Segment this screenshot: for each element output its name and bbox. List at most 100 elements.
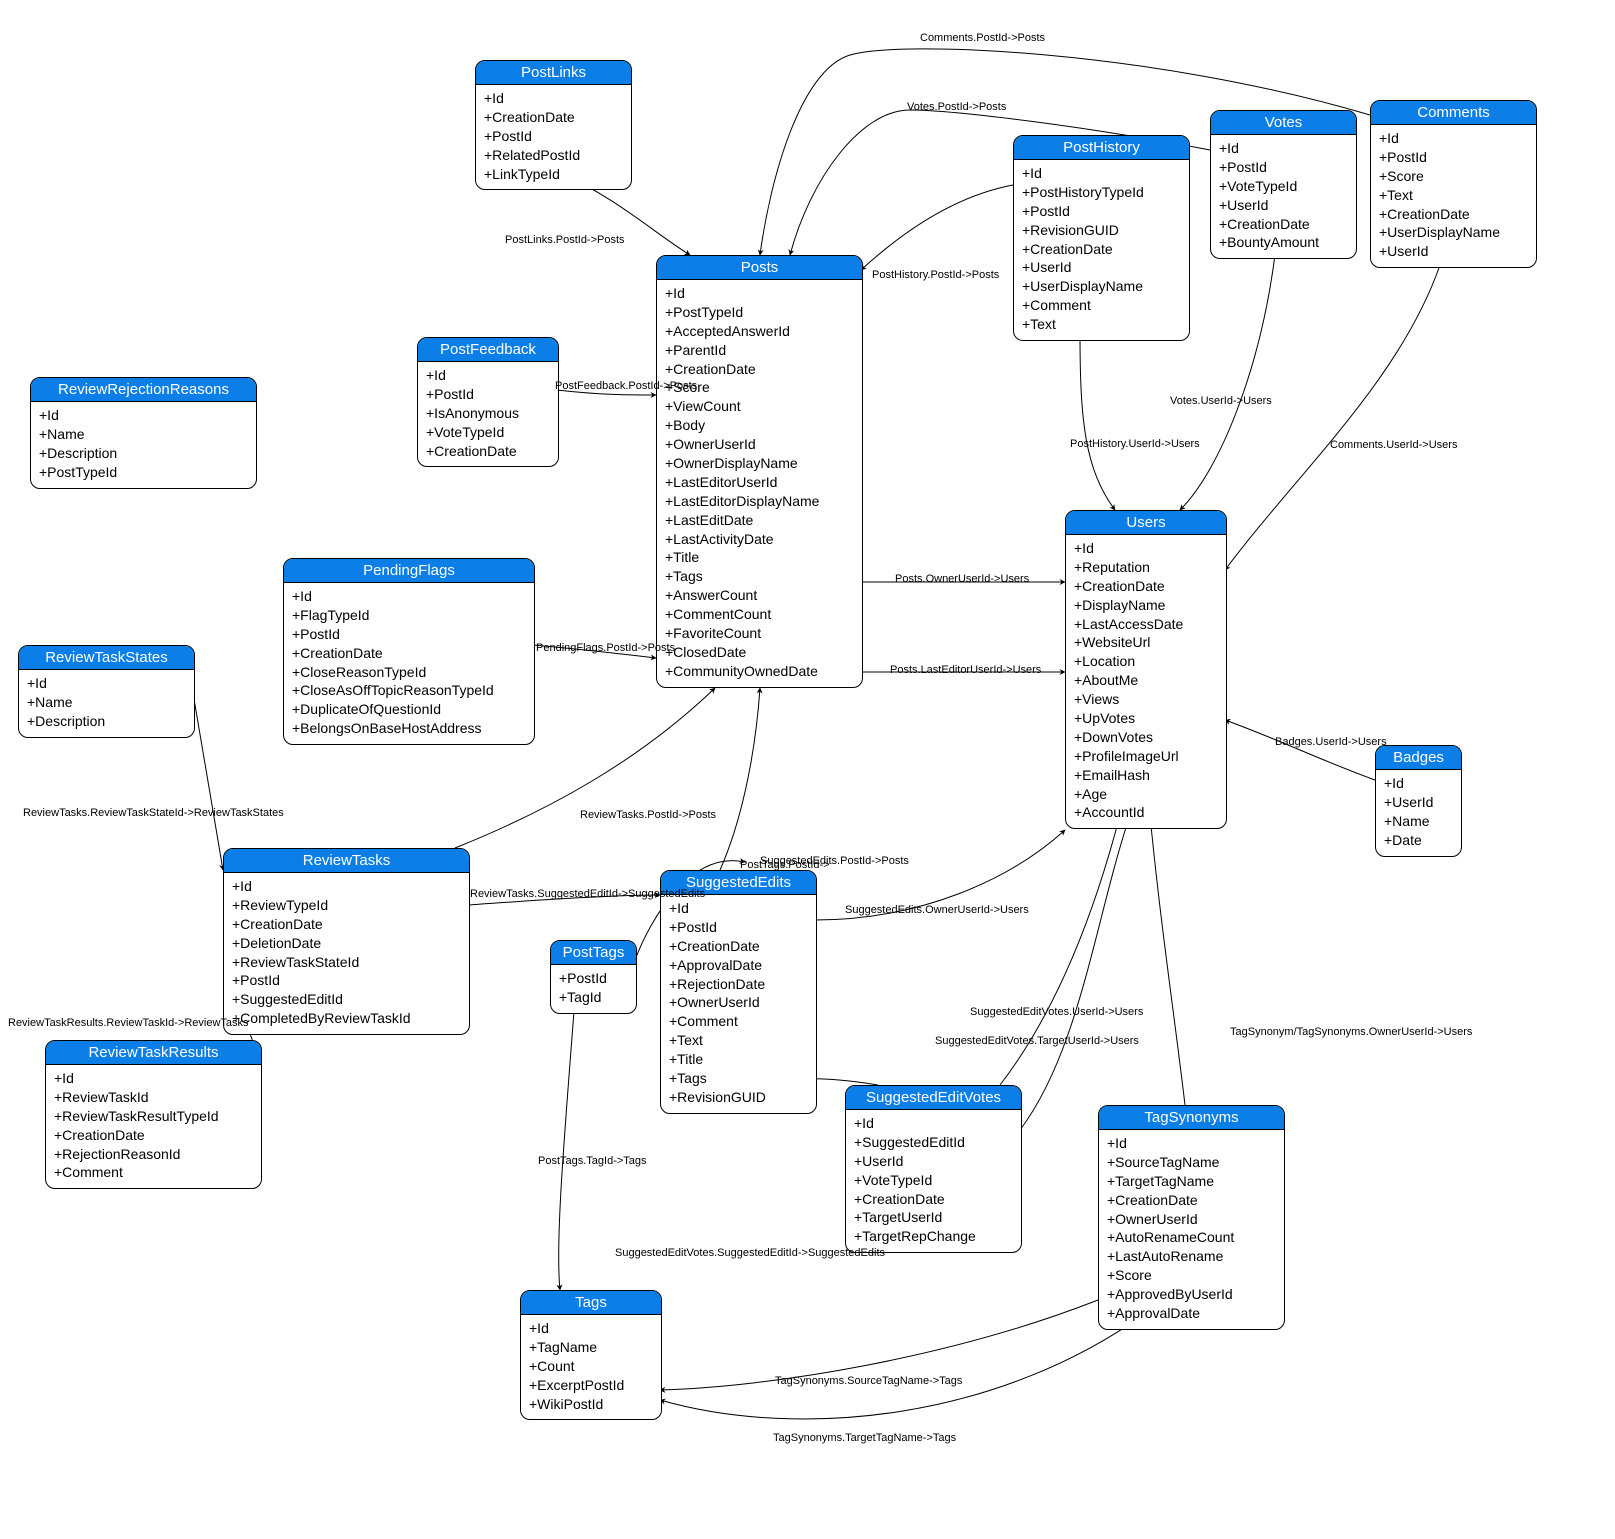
entity-attr: +DownVotes bbox=[1074, 728, 1218, 747]
relationship-edge bbox=[1080, 335, 1115, 510]
relationship-edge bbox=[1225, 265, 1440, 570]
entity-attr: +LastAutoRename bbox=[1107, 1247, 1276, 1266]
entity-attr: +Id bbox=[665, 284, 854, 303]
entity-attr: +Id bbox=[54, 1069, 253, 1088]
entity-attr: +PostId bbox=[484, 127, 623, 146]
entity-attr: +CompletedByReviewTaskId bbox=[232, 1009, 461, 1028]
entity-attr: +TargetRepChange bbox=[854, 1227, 1013, 1246]
entity-attr: +PostId bbox=[669, 918, 808, 937]
edge-label: PostHistory.PostId->Posts bbox=[872, 269, 999, 281]
entity-attr: +CreationDate bbox=[484, 108, 623, 127]
entity-attr: +UpVotes bbox=[1074, 709, 1218, 728]
entity-attr: +LastActivityDate bbox=[665, 530, 854, 549]
entity-attr: +AccountId bbox=[1074, 803, 1218, 822]
entity-attr: +OwnerUserId bbox=[665, 435, 854, 454]
entity-attr: +BountyAmount bbox=[1219, 233, 1348, 252]
entity-attr: +CreationDate bbox=[1107, 1191, 1276, 1210]
entity-attr: +WikiPostId bbox=[529, 1395, 653, 1414]
entity-title: PostHistory bbox=[1014, 136, 1189, 160]
entity-attr: +LinkTypeId bbox=[484, 165, 623, 184]
edge-label: PendingFlags.PostId->Posts bbox=[536, 642, 675, 654]
entity-attr: +Name bbox=[39, 425, 248, 444]
entity-reviewrejectionreasons: ReviewRejectionReasons+Id+Name+Descripti… bbox=[30, 377, 257, 489]
entity-attr: +ReviewTypeId bbox=[232, 896, 461, 915]
edge-label: Comments.UserId->Users bbox=[1330, 439, 1457, 451]
entity-attr: +Tags bbox=[665, 567, 854, 586]
edge-label: SuggestedEdits.OwnerUserId->Users bbox=[845, 904, 1029, 916]
entity-attrs: +Id+CreationDate+PostId+RelatedPostId+Li… bbox=[476, 85, 631, 189]
entity-title: TagSynonyms bbox=[1099, 1106, 1284, 1130]
entity-attr: +PostHistoryTypeId bbox=[1022, 183, 1181, 202]
entity-reviewtaskstates: ReviewTaskStates+Id+Name+Description bbox=[18, 645, 195, 738]
relationship-edge bbox=[1180, 255, 1275, 510]
entity-attr: +OwnerUserId bbox=[1107, 1210, 1276, 1229]
entity-title: Votes bbox=[1211, 111, 1356, 135]
entity-title: Posts bbox=[657, 256, 862, 280]
entity-attr: +TagId bbox=[559, 988, 628, 1007]
entity-attr: +Count bbox=[529, 1357, 653, 1376]
entity-attr: +CreationDate bbox=[1379, 205, 1528, 224]
entity-attr: +CloseAsOffTopicReasonTypeId bbox=[292, 681, 526, 700]
entity-attr: +Id bbox=[484, 89, 623, 108]
entity-attr: +Score bbox=[1379, 167, 1528, 186]
edge-label: SuggestedEditVotes.SuggestedEditId->Sugg… bbox=[615, 1247, 885, 1259]
entity-attr: +PostTypeId bbox=[665, 303, 854, 322]
edge-label: ReviewTasks.ReviewTaskStateId->ReviewTas… bbox=[23, 807, 284, 819]
edge-label: SuggestedEditVotes.UserId->Users bbox=[970, 1006, 1143, 1018]
entity-attr: +UserId bbox=[1379, 242, 1528, 261]
entity-attr: +TargetTagName bbox=[1107, 1172, 1276, 1191]
relationship-edge bbox=[193, 693, 223, 870]
entity-attr: +SourceTagName bbox=[1107, 1153, 1276, 1172]
edge-label: PostTags.PostId-> bbox=[740, 859, 830, 871]
entity-attr: +PostId bbox=[292, 625, 526, 644]
entity-attr: +Description bbox=[39, 444, 248, 463]
edge-label: Posts.OwnerUserId->Users bbox=[895, 573, 1029, 585]
entity-attr: +ProfileImageUrl bbox=[1074, 747, 1218, 766]
entity-attr: +PostId bbox=[426, 385, 550, 404]
entity-attr: +AnswerCount bbox=[665, 586, 854, 605]
entity-attr: +Id bbox=[1074, 539, 1218, 558]
entity-title: SuggestedEditVotes bbox=[846, 1086, 1021, 1110]
entity-attr: +CreationDate bbox=[665, 360, 854, 379]
entity-attr: +UserId bbox=[1022, 258, 1181, 277]
entity-title: ReviewTaskStates bbox=[19, 646, 194, 670]
entity-attr: +DuplicateOfQuestionId bbox=[292, 700, 526, 719]
entity-attr: +FlagTypeId bbox=[292, 606, 526, 625]
entity-attr: +PostId bbox=[1379, 148, 1528, 167]
entity-attrs: +Id+SuggestedEditId+UserId+VoteTypeId+Cr… bbox=[846, 1110, 1021, 1252]
entity-attr: +Age bbox=[1074, 785, 1218, 804]
entity-attr: +OwnerDisplayName bbox=[665, 454, 854, 473]
entity-attr: +Id bbox=[1022, 164, 1181, 183]
entity-attr: +TagName bbox=[529, 1338, 653, 1357]
entity-attr: +Title bbox=[665, 548, 854, 567]
entity-attrs: +Id+FlagTypeId+PostId+CreationDate+Close… bbox=[284, 583, 534, 744]
entity-attr: +EmailHash bbox=[1074, 766, 1218, 785]
entity-attrs: +Id+UserId+Name+Date bbox=[1376, 770, 1461, 856]
entity-attr: +FavoriteCount bbox=[665, 624, 854, 643]
entity-title: PendingFlags bbox=[284, 559, 534, 583]
edge-label: Badges.UserId->Users bbox=[1275, 736, 1387, 748]
entity-attr: +VoteTypeId bbox=[426, 423, 550, 442]
entity-attr: +Description bbox=[27, 712, 186, 731]
entity-attr: +SuggestedEditId bbox=[854, 1133, 1013, 1152]
entity-attr: +IsAnonymous bbox=[426, 404, 550, 423]
entity-attr: +ReviewTaskStateId bbox=[232, 953, 461, 972]
relationship-edge bbox=[1150, 815, 1185, 1105]
entity-attrs: +Id+Name+Description+PostTypeId bbox=[31, 402, 256, 488]
entity-attr: +ApprovalDate bbox=[1107, 1304, 1276, 1323]
entity-attr: +Id bbox=[529, 1319, 653, 1338]
entity-attr: +Id bbox=[669, 899, 808, 918]
entity-attr: +CreationDate bbox=[232, 915, 461, 934]
entity-posttags: PostTags+PostId+TagId bbox=[550, 940, 637, 1014]
entity-attrs: +Id+TagName+Count+ExcerptPostId+WikiPost… bbox=[521, 1315, 661, 1419]
diagram-canvas: PostLinks+Id+CreationDate+PostId+Related… bbox=[0, 0, 1615, 1539]
entity-attr: +ParentId bbox=[665, 341, 854, 360]
entity-attrs: +Id+SourceTagName+TargetTagName+Creation… bbox=[1099, 1130, 1284, 1329]
entity-attr: +ExcerptPostId bbox=[529, 1376, 653, 1395]
entity-suggestededitvotes: SuggestedEditVotes+Id+SuggestedEditId+Us… bbox=[845, 1085, 1022, 1253]
entity-attr: +Comment bbox=[54, 1163, 253, 1182]
entity-attr: +Reputation bbox=[1074, 558, 1218, 577]
entity-attr: +OwnerUserId bbox=[669, 993, 808, 1012]
entity-attrs: +PostId+TagId bbox=[551, 965, 636, 1013]
entity-attr: +ApprovalDate bbox=[669, 956, 808, 975]
